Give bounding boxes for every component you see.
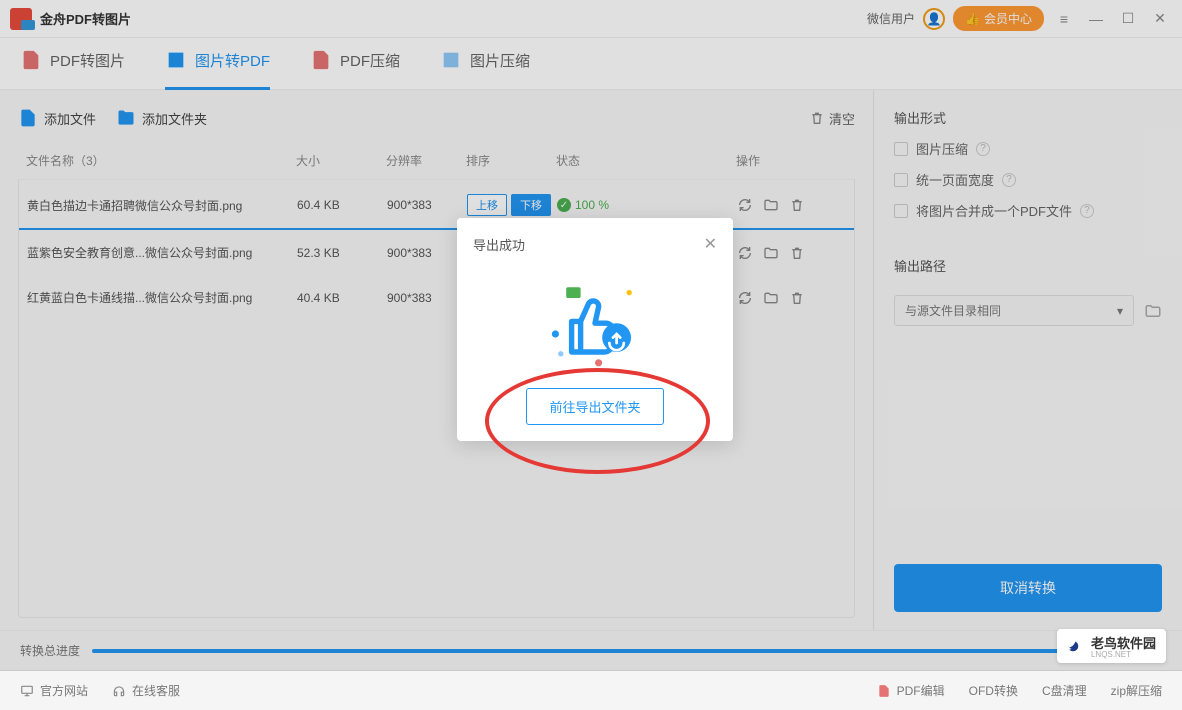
export-success-modal: 导出成功 ✕ 前往导出文件夹 <box>457 218 733 441</box>
watermark: 老鸟软件园 LNQS.NET <box>1057 629 1166 663</box>
headset-icon <box>112 684 126 698</box>
zip-link[interactable]: zip解压缩 <box>1111 682 1162 699</box>
modal-illustration <box>473 262 717 382</box>
c-clean-link[interactable]: C盘清理 <box>1042 682 1087 699</box>
bird-icon <box>1067 637 1085 655</box>
online-support-link[interactable]: 在线客服 <box>112 682 180 699</box>
ofd-convert-link[interactable]: OFD转换 <box>969 682 1018 699</box>
footer: 官方网站 在线客服 PDF编辑 OFD转换 C盘清理 zip解压缩 <box>0 670 1182 710</box>
open-export-folder-button[interactable]: 前往导出文件夹 <box>526 388 663 425</box>
pdf-edit-icon <box>877 684 891 698</box>
modal-title: 导出成功 <box>473 235 525 254</box>
official-site-link[interactable]: 官方网站 <box>20 682 88 699</box>
monitor-icon <box>20 684 34 698</box>
pdf-edit-link[interactable]: PDF编辑 <box>877 682 945 699</box>
modal-close-icon[interactable]: ✕ <box>704 234 717 254</box>
